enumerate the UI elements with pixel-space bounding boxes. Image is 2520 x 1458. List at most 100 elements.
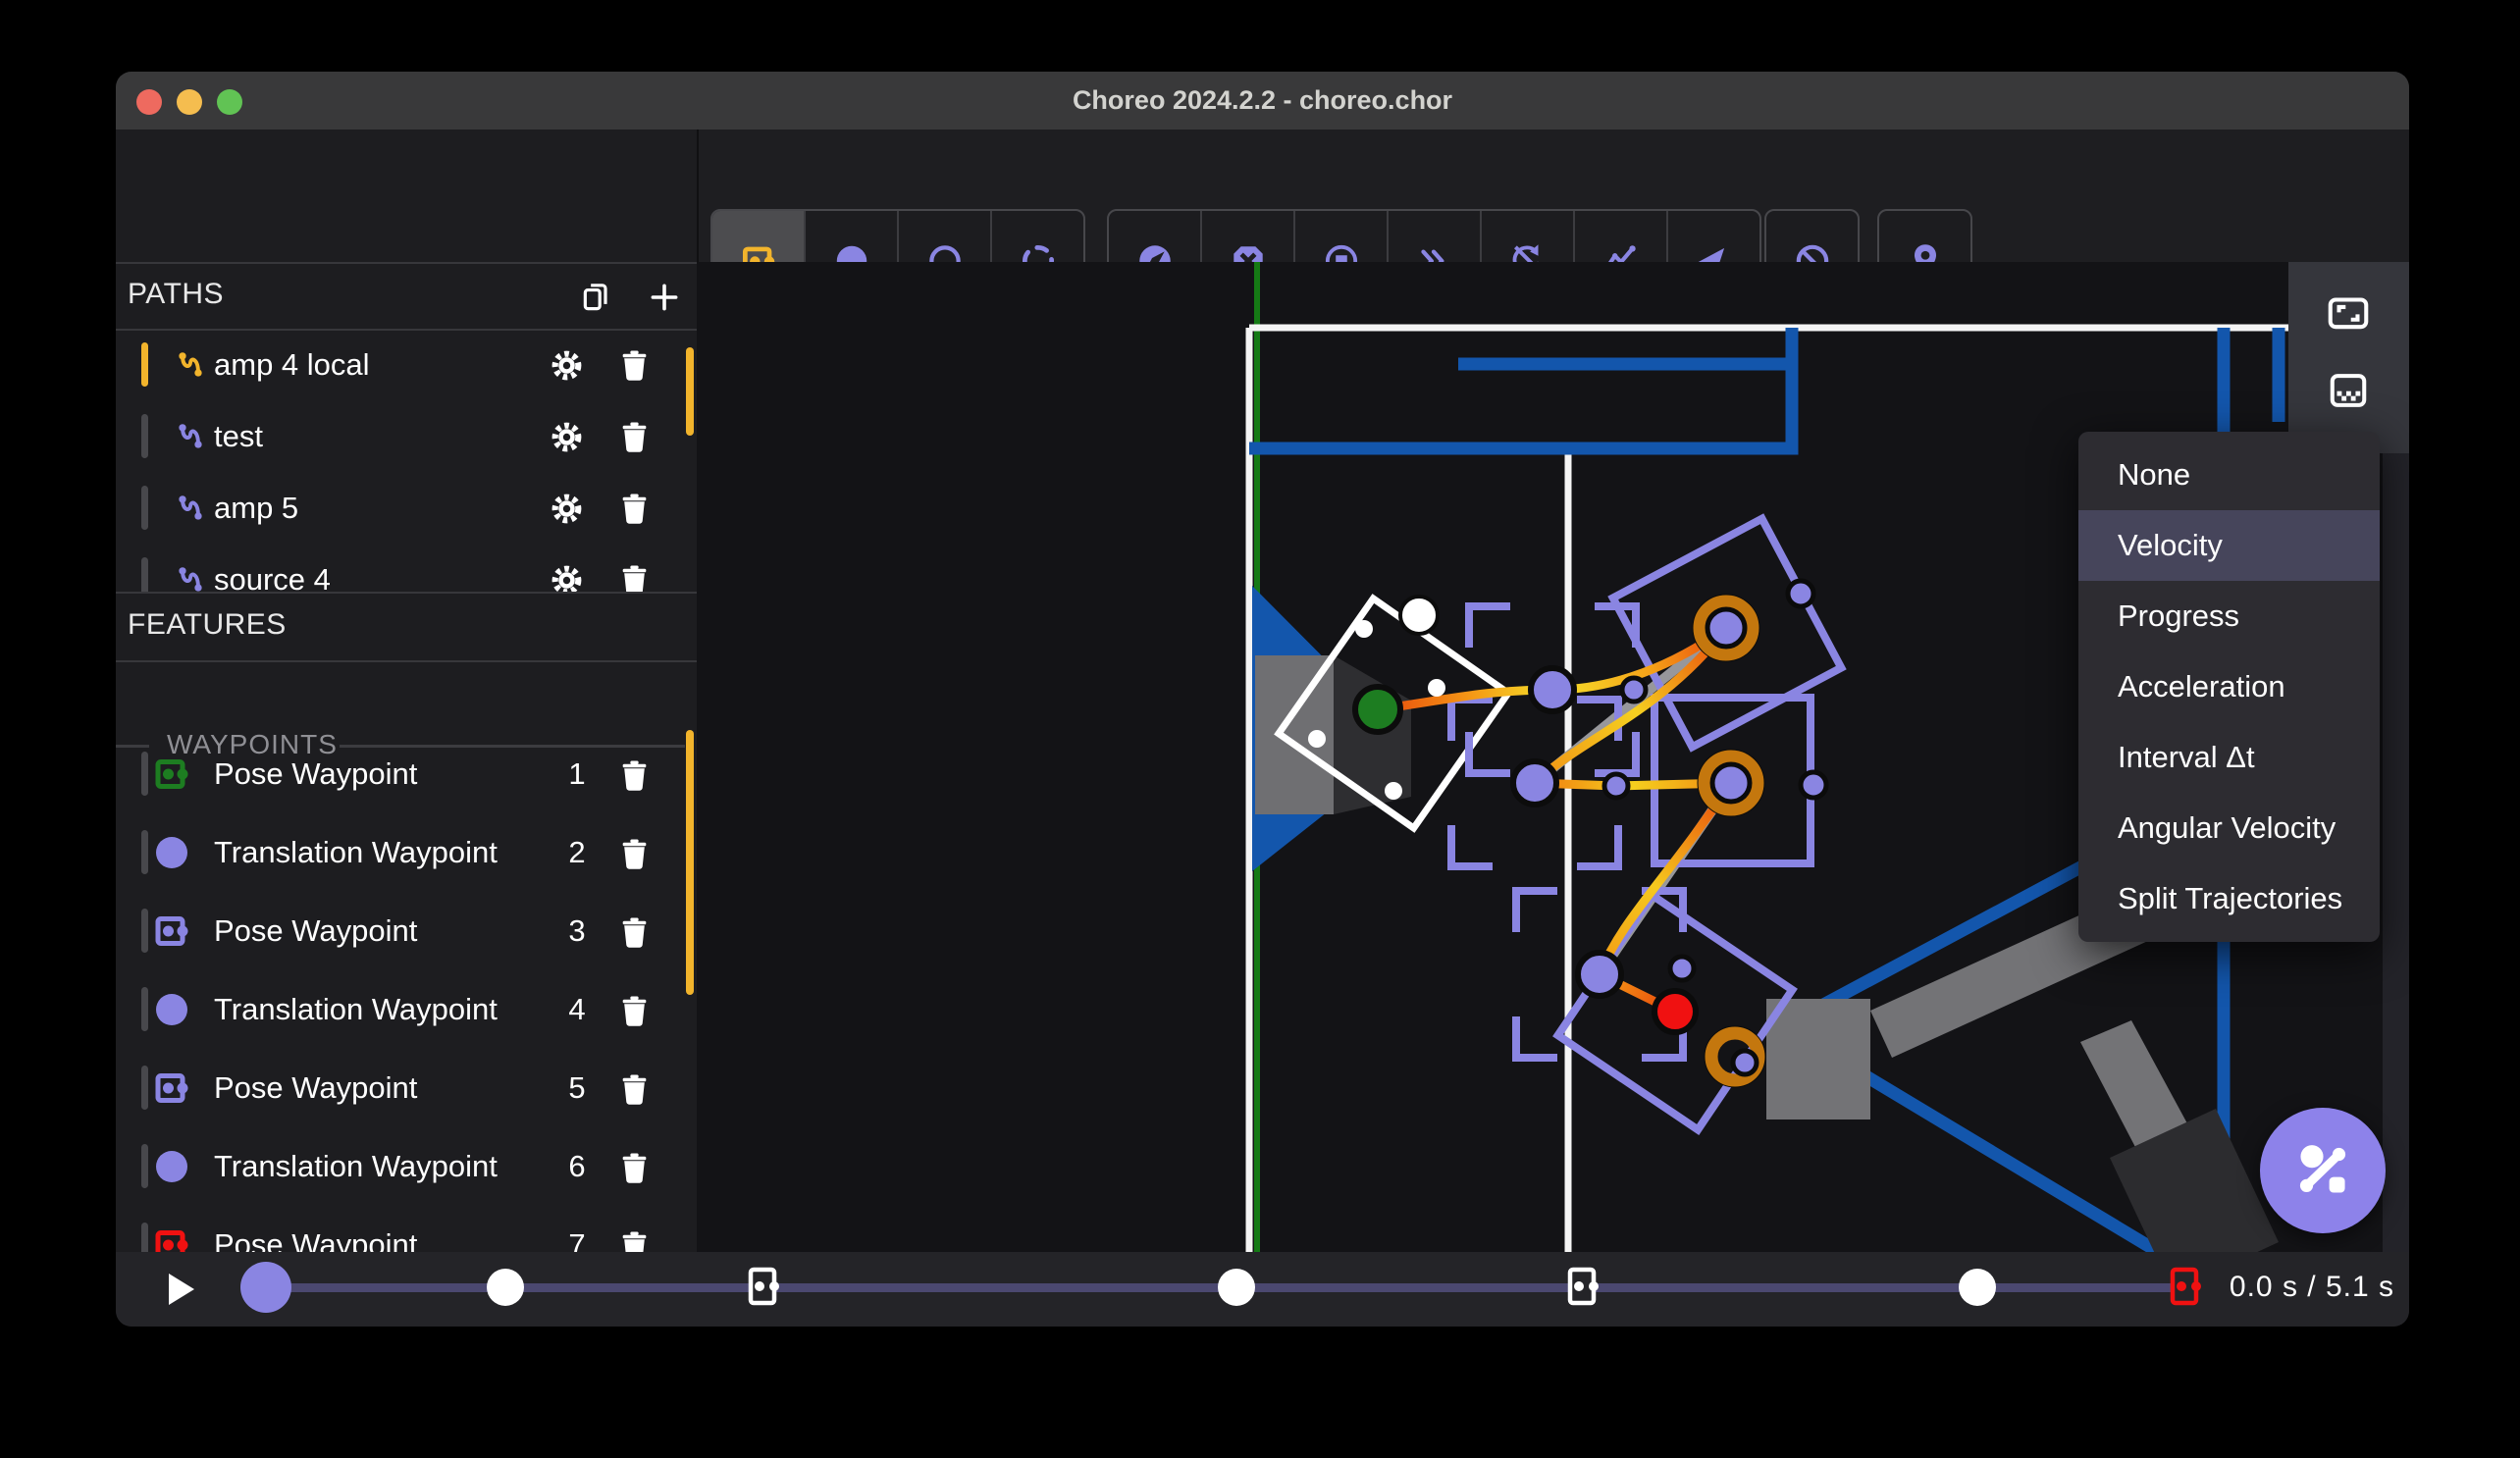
path-settings-button[interactable] — [545, 415, 588, 458]
selected-indicator — [141, 1223, 148, 1252]
selected-indicator — [141, 909, 148, 953]
path-settings-button[interactable] — [545, 343, 588, 387]
path-item[interactable]: test — [116, 400, 697, 472]
gear-icon — [551, 565, 581, 592]
route-icon — [179, 424, 202, 448]
waypoint-item[interactable]: Pose Waypoint 1 — [116, 735, 697, 813]
view-options-panel — [2288, 262, 2409, 453]
selected-indicator — [141, 1144, 148, 1188]
play-button[interactable] — [163, 1271, 200, 1308]
path-item[interactable]: amp 4 local — [116, 329, 697, 400]
pose-waypoint-icon — [155, 916, 188, 946]
copy-icon — [583, 284, 607, 311]
waypoint-4-translation[interactable] — [1510, 758, 1559, 807]
menu-item-angular-velocity[interactable]: Angular Velocity — [2078, 793, 2380, 863]
checkered-panel-icon — [2330, 374, 2367, 407]
waypoint-5-heading-handle[interactable] — [1798, 769, 1829, 801]
menu-item-interval[interactable]: Interval Δt — [2078, 722, 2380, 793]
window-title: Choreo 2024.2.2 - choreo.chor — [1072, 85, 1453, 115]
waypoint-item[interactable]: Translation Waypoint 4 — [116, 970, 697, 1049]
menu-item-progress[interactable]: Progress — [2078, 581, 2380, 651]
trash-icon — [622, 1230, 646, 1252]
waypoint-6-translation[interactable] — [1575, 950, 1624, 999]
features-title: FEATURES — [128, 608, 287, 641]
selected-indicator — [141, 830, 148, 874]
path-settings-button[interactable] — [545, 558, 588, 592]
delete-waypoint-button[interactable] — [612, 832, 656, 875]
timeline-marker-pose — [746, 1267, 781, 1308]
delete-path-button[interactable] — [612, 487, 656, 530]
plus-icon — [651, 284, 678, 311]
delete-waypoint-button[interactable] — [612, 754, 656, 797]
trash-icon — [622, 564, 646, 592]
duplicate-path-button[interactable] — [575, 276, 618, 319]
selected-indicator — [141, 486, 148, 530]
waypoint-item[interactable]: Translation Waypoint 6 — [116, 1127, 697, 1206]
waypoint-item[interactable]: Translation Waypoint 2 — [116, 813, 697, 892]
generate-path-fab[interactable] — [2260, 1108, 2386, 1233]
path-item[interactable]: source 4 — [116, 544, 697, 592]
menu-item-none[interactable]: None — [2078, 440, 2380, 510]
timeline-marker-pose — [1565, 1267, 1601, 1308]
gear-icon — [551, 350, 581, 380]
delete-waypoint-button[interactable] — [612, 1224, 656, 1252]
path-settings-button[interactable] — [545, 487, 588, 530]
waypoint-7-pose[interactable] — [1652, 988, 1699, 1035]
view-layers-button[interactable] — [2314, 356, 2383, 425]
waypoint-item[interactable]: Pose Waypoint 7 — [116, 1206, 697, 1252]
waypoint-7-heading-handle[interactable] — [1730, 1048, 1759, 1077]
sidebar: PATHS amp 4 local test amp 5 source 4 FE… — [116, 130, 699, 1252]
trash-icon — [622, 838, 646, 869]
menu-item-acceleration[interactable]: Acceleration — [2078, 651, 2380, 722]
selected-indicator — [141, 557, 148, 592]
gear-icon — [551, 422, 581, 451]
waypoint-item[interactable]: Pose Waypoint 3 — [116, 892, 697, 970]
route-split-icon — [2299, 1145, 2346, 1193]
paths-scrollbar[interactable] — [686, 347, 694, 436]
menu-item-velocity[interactable]: Velocity — [2078, 510, 2380, 581]
sample-dot — [1619, 675, 1649, 704]
waypoint-5-pose[interactable] — [1709, 761, 1753, 805]
gear-icon — [551, 494, 581, 523]
start-heading-handle[interactable] — [1398, 595, 1440, 636]
trash-icon — [622, 1073, 646, 1105]
delete-path-button[interactable] — [612, 415, 656, 458]
waypoint-3-heading-handle[interactable] — [1785, 578, 1816, 609]
trash-icon — [622, 421, 646, 452]
waypoint-1-pose[interactable] — [1352, 684, 1403, 735]
trash-icon — [622, 493, 646, 524]
route-icon — [179, 495, 202, 520]
trash-icon — [622, 995, 646, 1026]
route-icon — [179, 567, 202, 592]
delete-path-button[interactable] — [612, 558, 656, 592]
delete-waypoint-button[interactable] — [612, 911, 656, 954]
fit-field-button[interactable] — [2314, 279, 2383, 347]
waypoint-3-pose[interactable] — [1705, 606, 1748, 650]
pose-waypoint-icon — [155, 759, 188, 789]
timeline-marker-translation — [1218, 1269, 1255, 1306]
menu-item-split-trajectories[interactable]: Split Trajectories — [2078, 863, 2380, 934]
waypoint-item[interactable]: Pose Waypoint 5 — [116, 1049, 697, 1127]
translation-waypoint-icon — [156, 994, 187, 1025]
translation-waypoint-icon — [156, 1151, 187, 1182]
path-item[interactable]: amp 5 — [116, 472, 697, 544]
selected-indicator — [141, 414, 148, 458]
delete-path-button[interactable] — [612, 343, 656, 387]
pose-waypoint-icon — [155, 1230, 188, 1252]
translation-waypoint-icon — [156, 837, 187, 868]
delete-waypoint-button[interactable] — [612, 1067, 656, 1111]
features-header: FEATURES — [116, 592, 697, 660]
waypoint-2-translation[interactable] — [1528, 665, 1577, 714]
timeline-marker-translation — [1959, 1269, 1996, 1306]
delete-waypoint-button[interactable] — [612, 989, 656, 1032]
delete-waypoint-button[interactable] — [612, 1146, 656, 1189]
add-path-button[interactable] — [643, 276, 686, 319]
playhead-handle[interactable] — [240, 1262, 291, 1313]
fit-frame-icon — [2328, 297, 2369, 330]
features-scrollbar[interactable] — [686, 730, 694, 995]
paths-header: PATHS — [116, 262, 697, 329]
overlay-options-menu: None Velocity Progress Acceleration Inte… — [2078, 432, 2380, 942]
trash-icon — [622, 1152, 646, 1183]
pose-waypoint-icon — [155, 1073, 188, 1103]
selected-indicator — [141, 1066, 148, 1110]
